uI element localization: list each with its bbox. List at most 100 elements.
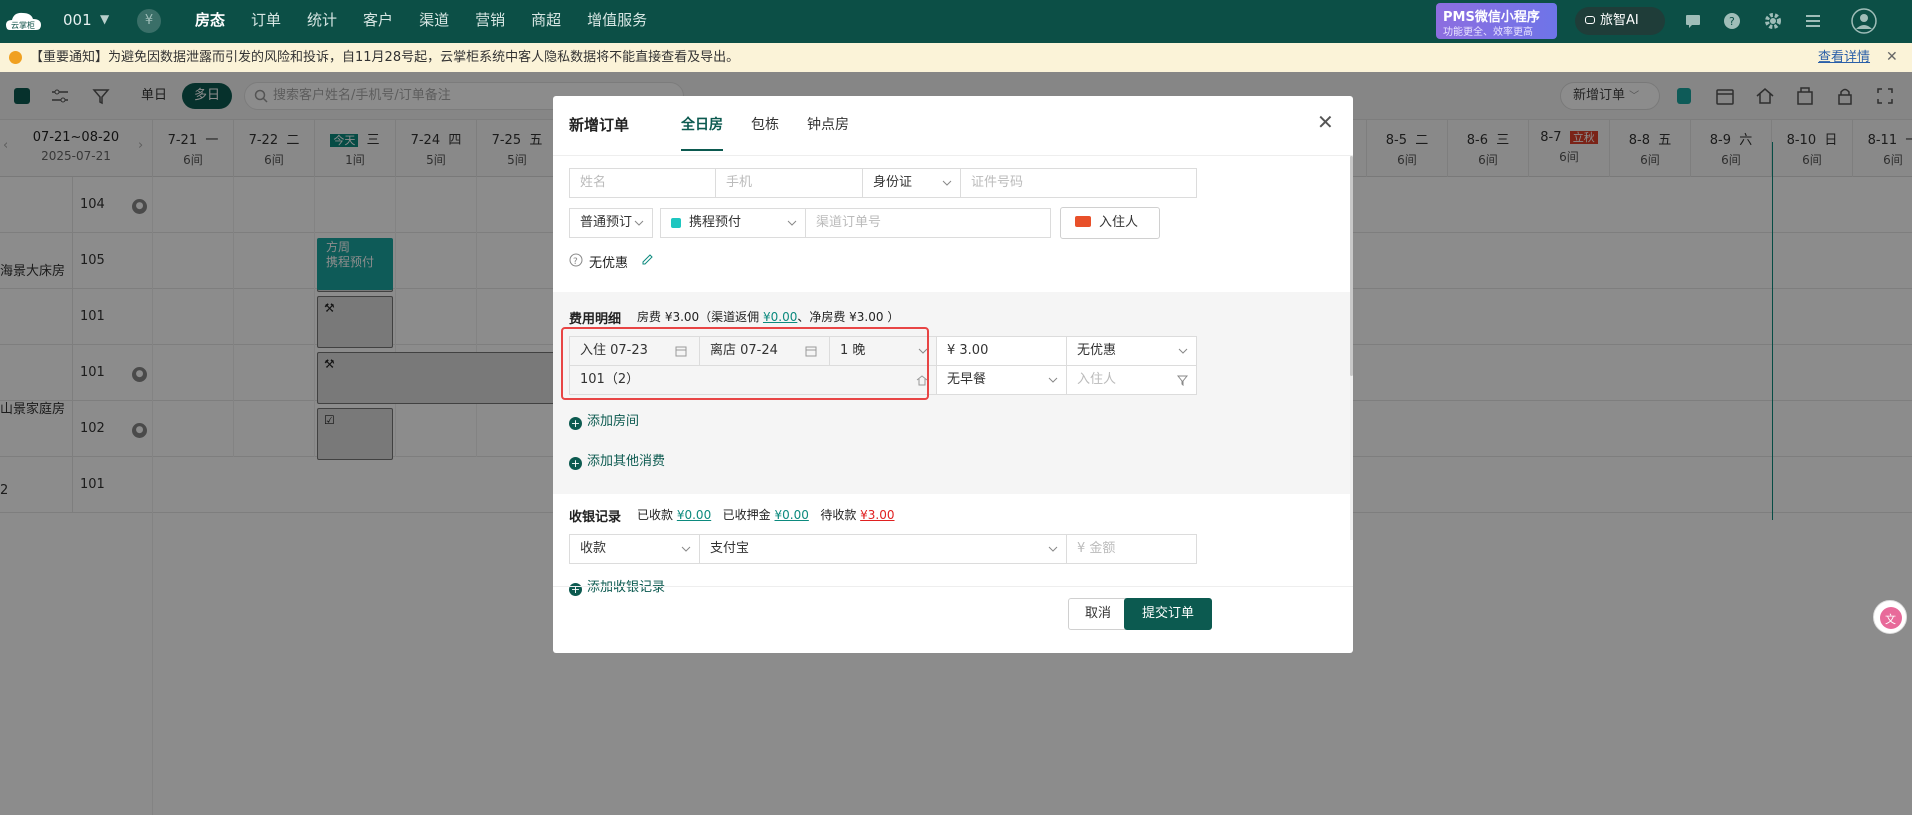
fee-commission[interactable]: ¥0.00 (763, 310, 797, 324)
id-number-placeholder: 证件号码 (971, 175, 1024, 190)
chevron-down-icon (634, 218, 644, 228)
settings-icon[interactable] (1763, 11, 1783, 31)
id-number-field[interactable]: 证件号码 (960, 168, 1197, 198)
name-field[interactable]: 姓名 (569, 168, 716, 198)
channel-order-field[interactable]: 渠道订单号 (805, 208, 1051, 238)
add-guest-button[interactable]: 入住人 (1060, 207, 1160, 239)
pms-miniprogram-banner[interactable]: PMS微信小程序 功能更全、效率更高 (1436, 3, 1557, 39)
add-room-label: 添加房间 (587, 414, 640, 429)
name-placeholder: 姓名 (580, 175, 607, 190)
hotel-selector[interactable]: 001 (63, 11, 92, 29)
fee-net: 、净房费 ¥3.00 ） (797, 310, 900, 324)
notice-bar: 【重要通知】为避免因数据泄露而引发的风险和投诉，自11月28号起，云掌柜系统中客… (0, 43, 1912, 72)
svg-text:?: ? (573, 257, 578, 267)
svg-text:文: 文 (1885, 612, 1896, 626)
pms-banner-subtitle: 功能更全、效率更高 (1443, 27, 1533, 38)
close-icon[interactable]: ✕ (1886, 43, 1898, 72)
ai-assistant-button[interactable]: 旅智AI (1575, 7, 1665, 35)
discount-label: 无优惠 (589, 256, 629, 271)
add-cashier-label: 添加收银记录 (587, 580, 666, 595)
deposit-label: 已收押金 (722, 508, 771, 522)
guest-placeholder: 入住人 (1077, 372, 1117, 387)
chevron-down-icon (681, 544, 691, 554)
guest-select[interactable]: 入住人 (1066, 365, 1197, 395)
svg-text:?: ? (1729, 15, 1735, 28)
help-icon[interactable]: ? (1722, 11, 1742, 31)
pending-amount[interactable]: ¥3.00 (860, 508, 894, 522)
yen-icon[interactable]: ¥ (137, 9, 161, 33)
payment-method-value: 支付宝 (710, 541, 750, 556)
received-amount[interactable]: ¥0.00 (677, 508, 711, 522)
translate-icon[interactable]: 文 (1873, 600, 1907, 634)
price-field[interactable]: ¥ 3.00 (936, 336, 1067, 366)
app-logo[interactable]: 云掌柜 (4, 8, 44, 36)
chevron-down-icon (787, 218, 797, 228)
chevron-down-icon (942, 178, 952, 188)
add-guest-label: 入住人 (1099, 215, 1139, 230)
add-other-label: 添加其他消费 (587, 454, 666, 469)
id-type-select[interactable]: 身份证 (862, 168, 961, 198)
user-avatar-icon[interactable] (1851, 8, 1877, 34)
ai-label: 旅智AI (1600, 13, 1639, 28)
channel-value: 携程预付 (689, 215, 742, 230)
tab-full-day[interactable]: 全日房 (681, 114, 723, 134)
channel-color-icon (671, 218, 681, 228)
add-other-charge-link[interactable]: + 添加其他消费 (569, 450, 665, 470)
plus-icon: + (569, 457, 582, 470)
deposit-amount[interactable]: ¥0.00 (775, 508, 809, 522)
list-icon[interactable] (1803, 11, 1823, 31)
payment-type-select[interactable]: 收款 (569, 534, 700, 564)
menu-item-value-added[interactable]: 增值服务 (574, 0, 660, 43)
submit-order-button[interactable]: 提交订单 (1124, 598, 1212, 630)
menu-item-statistics[interactable]: 统计 (294, 0, 350, 43)
booking-type-select[interactable]: 普通预订 (569, 208, 653, 238)
svg-text:云掌柜: 云掌柜 (11, 20, 35, 30)
tab-hourly[interactable]: 钟点房 (807, 114, 849, 134)
received-label: 已收款 (637, 508, 674, 522)
chevron-down-icon (1178, 346, 1188, 356)
top-nav: 云掌柜 001 ▼ ¥ 房态 订单 统计 客户 渠道 营销 商超 增值服务 PM… (0, 0, 1912, 43)
dialog-title: 新增订单 (569, 116, 630, 134)
menu-item-customers[interactable]: 客户 (350, 0, 406, 43)
menu-item-room-status[interactable]: 房态 (182, 0, 238, 43)
question-icon: ? (569, 253, 583, 267)
amount-field[interactable]: ¥ 金额 (1066, 534, 1197, 564)
dialog-scrollbar[interactable] (1350, 156, 1353, 540)
message-icon[interactable] (1683, 11, 1703, 31)
pending-label: 待收款 (820, 508, 857, 522)
phone-field[interactable]: 手机 (715, 168, 863, 198)
menu-item-orders[interactable]: 订单 (238, 0, 294, 43)
discount-value: 无优惠 (1077, 343, 1117, 358)
breakfast-select[interactable]: 无早餐 (936, 365, 1067, 395)
id-type-value: 身份证 (873, 175, 913, 190)
chevron-down-icon[interactable]: ▼ (100, 12, 109, 26)
notice-details-link[interactable]: 查看详情 (1818, 43, 1870, 72)
close-icon[interactable]: ✕ (1317, 110, 1334, 134)
discount-select[interactable]: 无优惠 (1066, 336, 1197, 366)
fee-summary: 房费 ¥3.00（渠道返佣 ¥0.00、净房费 ¥3.00 ） (637, 308, 899, 325)
payment-method-select[interactable]: 支付宝 (699, 534, 1067, 564)
fee-title: 费用明细 (569, 312, 622, 327)
chevron-down-icon (1048, 544, 1058, 554)
cashier-summary: 已收款 ¥0.00 已收押金 ¥0.00 待收款 ¥3.00 (637, 506, 895, 523)
channel-select[interactable]: 携程预付 (660, 208, 806, 238)
edit-icon[interactable] (641, 253, 654, 266)
highlight-box (561, 327, 929, 400)
cancel-button[interactable]: 取消 (1068, 598, 1128, 630)
add-room-link[interactable]: + 添加房间 (569, 410, 639, 430)
phone-placeholder: 手机 (726, 175, 753, 190)
menu-item-channels[interactable]: 渠道 (406, 0, 462, 43)
id-card-icon (1075, 216, 1091, 227)
scrollbar-thumb[interactable] (1350, 156, 1353, 376)
main-menu: 房态 订单 统计 客户 渠道 营销 商超 增值服务 (182, 0, 660, 43)
new-order-dialog: 新增订单 全日房 包栋 钟点房 ✕ 姓名 手机 身份证 证件号码 普通预订 携程… (553, 96, 1353, 653)
cashier-title: 收银记录 (569, 510, 622, 525)
payment-type-value: 收款 (580, 541, 607, 556)
menu-item-mall[interactable]: 商超 (518, 0, 574, 43)
tab-whole-building[interactable]: 包栋 (751, 114, 779, 134)
notice-message: 【重要通知】为避免因数据泄露而引发的风险和投诉，自11月28号起，云掌柜系统中客… (30, 50, 740, 65)
menu-item-marketing[interactable]: 营销 (462, 0, 518, 43)
amount-placeholder: ¥ 金额 (1077, 541, 1116, 556)
channel-order-placeholder: 渠道订单号 (816, 215, 882, 230)
robot-icon (1585, 16, 1595, 24)
